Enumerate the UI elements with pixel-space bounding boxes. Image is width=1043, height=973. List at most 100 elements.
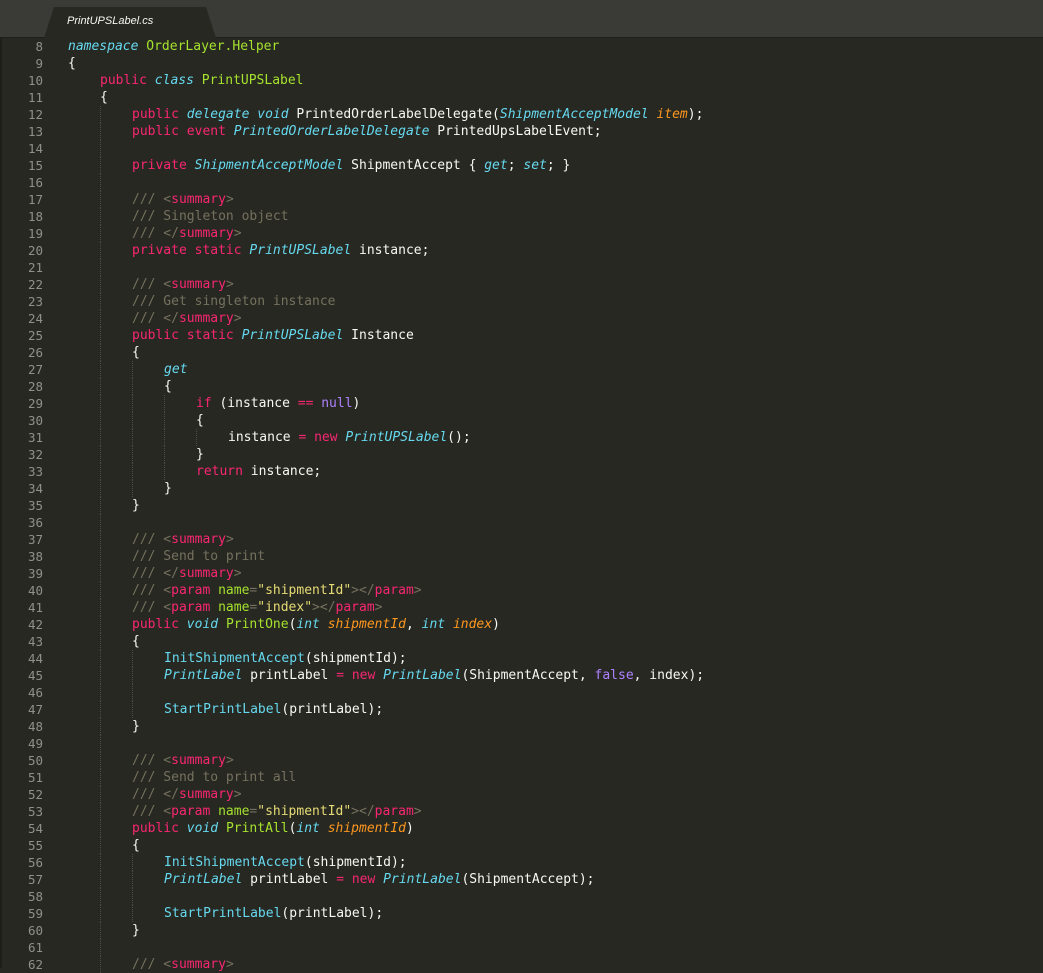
- code-text[interactable]: /// </summary>: [132, 225, 242, 242]
- code-text[interactable]: public event PrintedOrderLabelDelegate P…: [132, 123, 602, 140]
- code-token: void: [257, 107, 289, 122]
- code-text[interactable]: /// </summary>: [132, 310, 242, 327]
- code-line: 35}: [0, 497, 1043, 514]
- code-token: if: [196, 396, 212, 411]
- code-text[interactable]: InitShipmentAccept(shipmentId);: [164, 650, 407, 667]
- code-text[interactable]: get: [164, 361, 187, 378]
- code-token: (instance: [211, 396, 298, 411]
- line-number: 31: [27, 430, 43, 445]
- line-number: 15: [27, 158, 43, 173]
- code-text[interactable]: /// <summary>: [132, 191, 234, 208]
- code-editor[interactable]: 8 namespace OrderLayer.Helper 9{10 public c…: [0, 38, 1043, 973]
- code-text[interactable]: {: [196, 412, 204, 429]
- code-text[interactable]: /// <param name="index"></param>: [132, 599, 383, 616]
- code-token: }: [164, 481, 172, 496]
- code-text[interactable]: StartPrintLabel(printLabel);: [164, 701, 383, 718]
- code-text[interactable]: PrintLabel printLabel = new PrintLabel(S…: [164, 871, 595, 888]
- code-text[interactable]: InitShipmentAccept(shipmentId);: [164, 854, 407, 871]
- indent-guide: [132, 463, 133, 480]
- code-token: index: [452, 617, 493, 632]
- code-text[interactable]: {: [164, 378, 172, 395]
- indent-guide: [100, 174, 101, 191]
- code-line: 50 /// <summary>: [0, 752, 1043, 769]
- code-token: {: [132, 634, 140, 649]
- code-token: instance;: [351, 243, 430, 258]
- indent-guide: [100, 293, 101, 310]
- file-tab[interactable]: PrintUPSLabel.cs: [44, 7, 216, 38]
- code-text[interactable]: {: [132, 837, 140, 854]
- code-token: /// Get singleton instance: [132, 294, 336, 309]
- code-token: return: [196, 464, 243, 479]
- line-number: 13: [27, 124, 43, 139]
- code-text[interactable]: }: [196, 446, 204, 463]
- code-token: "shipmentId": [257, 804, 352, 819]
- code-text[interactable]: }: [132, 718, 140, 735]
- code-text[interactable]: {: [68, 55, 76, 72]
- code-token: get: [484, 158, 508, 173]
- code-text[interactable]: /// Send to print all: [132, 769, 296, 786]
- code-text[interactable]: private static PrintUPSLabel instance;: [132, 242, 429, 259]
- code-text[interactable]: public void PrintOne(int shipmentId, int…: [132, 616, 500, 633]
- code-token: >: [233, 311, 242, 326]
- code-text[interactable]: /// </summary>: [132, 786, 242, 803]
- code-token: class: [154, 73, 194, 88]
- code-text[interactable]: if (instance == null): [196, 395, 360, 412]
- line-number: 42: [27, 617, 43, 632]
- code-token: /// Send to print: [132, 549, 266, 564]
- code-token: PrintLabel: [383, 872, 462, 887]
- code-text[interactable]: instance = new PrintUPSLabel();: [228, 429, 471, 446]
- code-token: {: [196, 413, 204, 428]
- code-text[interactable]: return instance;: [196, 463, 321, 480]
- code-text[interactable]: namespace OrderLayer.Helper: [68, 38, 279, 55]
- code-text[interactable]: StartPrintLabel(printLabel);: [164, 905, 383, 922]
- code-text[interactable]: /// <param name="shipmentId"></param>: [132, 803, 422, 820]
- code-text[interactable]: public delegate void PrintedOrderLabelDe…: [132, 106, 703, 123]
- code-text[interactable]: /// <param name="shipmentId"></param>: [132, 582, 422, 599]
- indent-guide: [100, 225, 101, 242]
- code-text[interactable]: /// </summary>: [132, 565, 242, 582]
- code-text[interactable]: }: [164, 480, 172, 497]
- code-text[interactable]: }: [132, 497, 140, 514]
- code-text[interactable]: /// <summary>: [132, 956, 234, 973]
- code-text[interactable]: {: [132, 633, 140, 650]
- code-token: (printLabel);: [281, 906, 384, 921]
- line-number: 21: [27, 260, 43, 275]
- indent-guide: [196, 429, 197, 446]
- code-token: PrintLabel: [164, 668, 243, 683]
- code-text[interactable]: {: [132, 344, 140, 361]
- code-text[interactable]: public static PrintUPSLabel Instance: [132, 327, 414, 344]
- code-text[interactable]: public class PrintUPSLabel: [100, 72, 304, 89]
- indent-guide: [100, 820, 101, 837]
- code-line: 23 /// Get singleton instance: [0, 293, 1043, 310]
- code-text[interactable]: private ShipmentAcceptModel ShipmentAcce…: [132, 157, 570, 174]
- code-line: 29 if (instance == null): [0, 395, 1043, 412]
- code-text[interactable]: /// Send to print: [132, 548, 265, 565]
- line-number: 58: [27, 889, 43, 904]
- line-number: 48: [27, 719, 43, 734]
- code-text[interactable]: /// Singleton object: [132, 208, 289, 225]
- code-text[interactable]: /// <summary>: [132, 531, 234, 548]
- code-text[interactable]: PrintLabel printLabel = new PrintLabel(S…: [164, 667, 704, 684]
- code-text[interactable]: {: [100, 89, 108, 106]
- line-number: 10: [27, 73, 43, 88]
- indent-guide: [100, 616, 101, 633]
- line-number: 44: [27, 651, 43, 666]
- line-number: 59: [27, 906, 43, 921]
- code-text[interactable]: /// <summary>: [132, 276, 234, 293]
- indent-guide: [100, 905, 101, 922]
- indent-guide: [100, 837, 101, 854]
- code-text[interactable]: }: [132, 922, 140, 939]
- code-text[interactable]: /// <summary>: [132, 752, 234, 769]
- line-number: 37: [27, 532, 43, 547]
- line-number: 60: [27, 923, 43, 938]
- code-token: ></: [312, 600, 336, 615]
- line-number: 43: [27, 634, 43, 649]
- code-token: ShipmentAccept {: [343, 158, 485, 173]
- indent-guide: [100, 514, 101, 531]
- code-token: namespace: [68, 39, 139, 54]
- code-text[interactable]: public void PrintAll(int shipmentId): [132, 820, 414, 837]
- indent-guide: [132, 667, 133, 684]
- code-text[interactable]: /// Get singleton instance: [132, 293, 336, 310]
- code-line: 21: [0, 259, 1043, 276]
